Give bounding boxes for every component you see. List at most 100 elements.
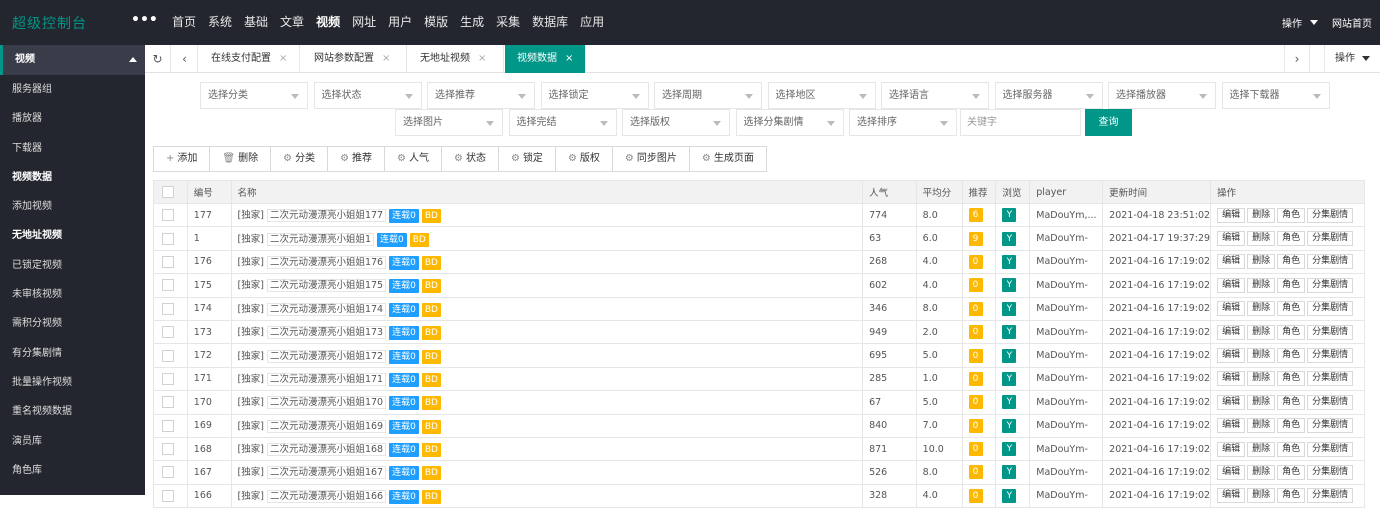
sidebar-item[interactable]: 重名视频数据: [0, 397, 145, 426]
delete-button[interactable]: 删除: [1247, 348, 1276, 364]
episode-plot-button[interactable]: 分集剧情: [1307, 277, 1354, 293]
role-button[interactable]: 角色: [1277, 371, 1306, 387]
topnav-item[interactable]: 生成: [454, 0, 490, 45]
episode-plot-button[interactable]: 分集剧情: [1307, 371, 1354, 387]
browse-badge[interactable]: Y: [1002, 254, 1017, 269]
edit-button[interactable]: 编辑: [1217, 464, 1246, 480]
level-badge[interactable]: 0: [968, 325, 983, 340]
table-row[interactable]: 1 [独家] 二次元动漫漂亮小姐姐1 连载0 BD 63 6.0 9 Y MaDouYm- 2021…: [153, 226, 1365, 251]
row-checkbox[interactable]: [162, 489, 174, 502]
close-icon[interactable]: ×: [382, 53, 390, 64]
sidebar-item[interactable]: 下载器: [0, 134, 145, 163]
close-icon[interactable]: ×: [565, 53, 573, 64]
level-badge[interactable]: 0: [968, 278, 983, 293]
col-name[interactable]: 名称: [230, 180, 864, 204]
delete-button[interactable]: 删除: [1247, 394, 1276, 410]
tab-item[interactable]: 网站参数配置 ×: [302, 45, 407, 73]
level-badge[interactable]: 9: [968, 231, 983, 246]
edit-button[interactable]: 编辑: [1217, 441, 1246, 457]
tab-item[interactable]: 视频数据 ×: [505, 45, 586, 73]
app-logo[interactable]: 超级控制台: [12, 13, 87, 33]
level-badge[interactable]: 0: [968, 254, 983, 269]
row-checkbox[interactable]: [162, 466, 174, 479]
episode-plot-button[interactable]: 分集剧情: [1307, 394, 1354, 410]
episode-plot-button[interactable]: 分集剧情: [1307, 324, 1354, 340]
filter-select[interactable]: 选择周期: [654, 82, 762, 109]
video-title-link[interactable]: 二次元动漫漂亮小姐姐168: [266, 443, 387, 457]
browse-badge[interactable]: Y: [1002, 418, 1017, 433]
filter-select[interactable]: 选择完结: [508, 109, 617, 136]
level-badge[interactable]: 0: [968, 301, 983, 316]
col-id[interactable]: 编号: [186, 180, 232, 204]
more-menu-icon[interactable]: •••: [131, 13, 158, 27]
role-button[interactable]: 角色: [1277, 231, 1306, 247]
row-checkbox[interactable]: [162, 326, 174, 339]
col-level[interactable]: 推荐: [961, 180, 997, 204]
role-button[interactable]: 角色: [1277, 301, 1306, 317]
sidebar-item[interactable]: 视频数据: [0, 163, 145, 192]
refresh-icon[interactable]: ↻: [145, 45, 171, 73]
row-checkbox[interactable]: [162, 209, 174, 222]
episode-plot-button[interactable]: 分集剧情: [1307, 301, 1354, 317]
browse-badge[interactable]: Y: [1002, 488, 1017, 503]
sidebar-item[interactable]: 需积分视频: [0, 309, 145, 338]
keyword-input[interactable]: 关键字: [960, 109, 1081, 136]
category-button[interactable]: ⚙ 分类: [271, 147, 329, 171]
tab-next-icon[interactable]: ›: [1284, 45, 1310, 73]
filter-select[interactable]: 选择版权: [622, 109, 730, 136]
filter-select[interactable]: 选择播放器: [1108, 82, 1216, 109]
query-button[interactable]: 查询: [1085, 109, 1132, 136]
select-all-checkbox[interactable]: [162, 186, 174, 198]
episode-plot-button[interactable]: 分集剧情: [1307, 441, 1354, 457]
role-button[interactable]: 角色: [1277, 277, 1306, 293]
edit-button[interactable]: 编辑: [1217, 254, 1246, 270]
browse-badge[interactable]: Y: [1002, 371, 1017, 386]
video-title-link[interactable]: 二次元动漫漂亮小姐姐1: [266, 232, 374, 246]
topnav-item[interactable]: 网址: [346, 0, 382, 45]
video-title-link[interactable]: 二次元动漫漂亮小姐姐173: [266, 326, 387, 340]
edit-button[interactable]: 编辑: [1217, 324, 1246, 340]
filter-select[interactable]: 选择服务器: [994, 82, 1103, 109]
filter-select[interactable]: 选择下载器: [1221, 82, 1330, 109]
topnav-item[interactable]: 采集: [490, 0, 526, 45]
role-button[interactable]: 角色: [1277, 418, 1306, 434]
sidebar-item[interactable]: 演员库: [0, 427, 145, 456]
browse-badge[interactable]: Y: [1002, 395, 1017, 410]
tab-prev-icon[interactable]: ‹: [172, 45, 198, 73]
delete-button[interactable]: 删除: [1247, 488, 1276, 504]
edit-button[interactable]: 编辑: [1217, 371, 1246, 387]
video-title-link[interactable]: 二次元动漫漂亮小姐姐170: [266, 396, 387, 410]
copyright-button[interactable]: ⚙ 版权: [556, 147, 613, 171]
delete-button[interactable]: 删除: [1247, 464, 1276, 480]
sidebar-item[interactable]: 有分集剧情: [0, 339, 145, 368]
add-button[interactable]: + 添加: [154, 147, 211, 171]
row-checkbox[interactable]: [162, 255, 174, 268]
delete-button[interactable]: 删除: [1247, 418, 1276, 434]
row-checkbox[interactable]: [162, 419, 174, 432]
row-checkbox[interactable]: [162, 443, 174, 456]
edit-button[interactable]: 编辑: [1217, 488, 1246, 504]
episode-plot-button[interactable]: 分集剧情: [1307, 348, 1354, 364]
episode-plot-button[interactable]: 分集剧情: [1307, 254, 1354, 270]
edit-button[interactable]: 编辑: [1217, 418, 1246, 434]
edit-button[interactable]: 编辑: [1217, 394, 1246, 410]
row-checkbox[interactable]: [162, 349, 174, 362]
row-checkbox[interactable]: [162, 232, 174, 245]
sidebar-item[interactable]: 已锁定视频: [0, 251, 145, 280]
level-badge[interactable]: 0: [968, 348, 983, 363]
role-button[interactable]: 角色: [1277, 207, 1306, 223]
sidebar-item[interactable]: 批量操作视频: [0, 368, 145, 397]
row-checkbox[interactable]: [162, 396, 174, 409]
delete-button[interactable]: 删除: [1247, 207, 1276, 223]
role-button[interactable]: 角色: [1277, 254, 1306, 270]
edit-button[interactable]: 编辑: [1217, 301, 1246, 317]
edit-button[interactable]: 编辑: [1217, 207, 1246, 223]
topnav-item[interactable]: 基础: [238, 0, 274, 45]
role-button[interactable]: 角色: [1277, 488, 1306, 504]
role-button[interactable]: 角色: [1277, 441, 1306, 457]
level-badge[interactable]: 0: [968, 488, 983, 503]
topnav-item[interactable]: 模版: [418, 0, 454, 45]
video-title-link[interactable]: 二次元动漫漂亮小姐姐177: [266, 209, 387, 223]
tab-item[interactable]: 在线支付配置 ×: [199, 45, 300, 73]
status-button[interactable]: ⚙ 状态: [442, 147, 499, 171]
